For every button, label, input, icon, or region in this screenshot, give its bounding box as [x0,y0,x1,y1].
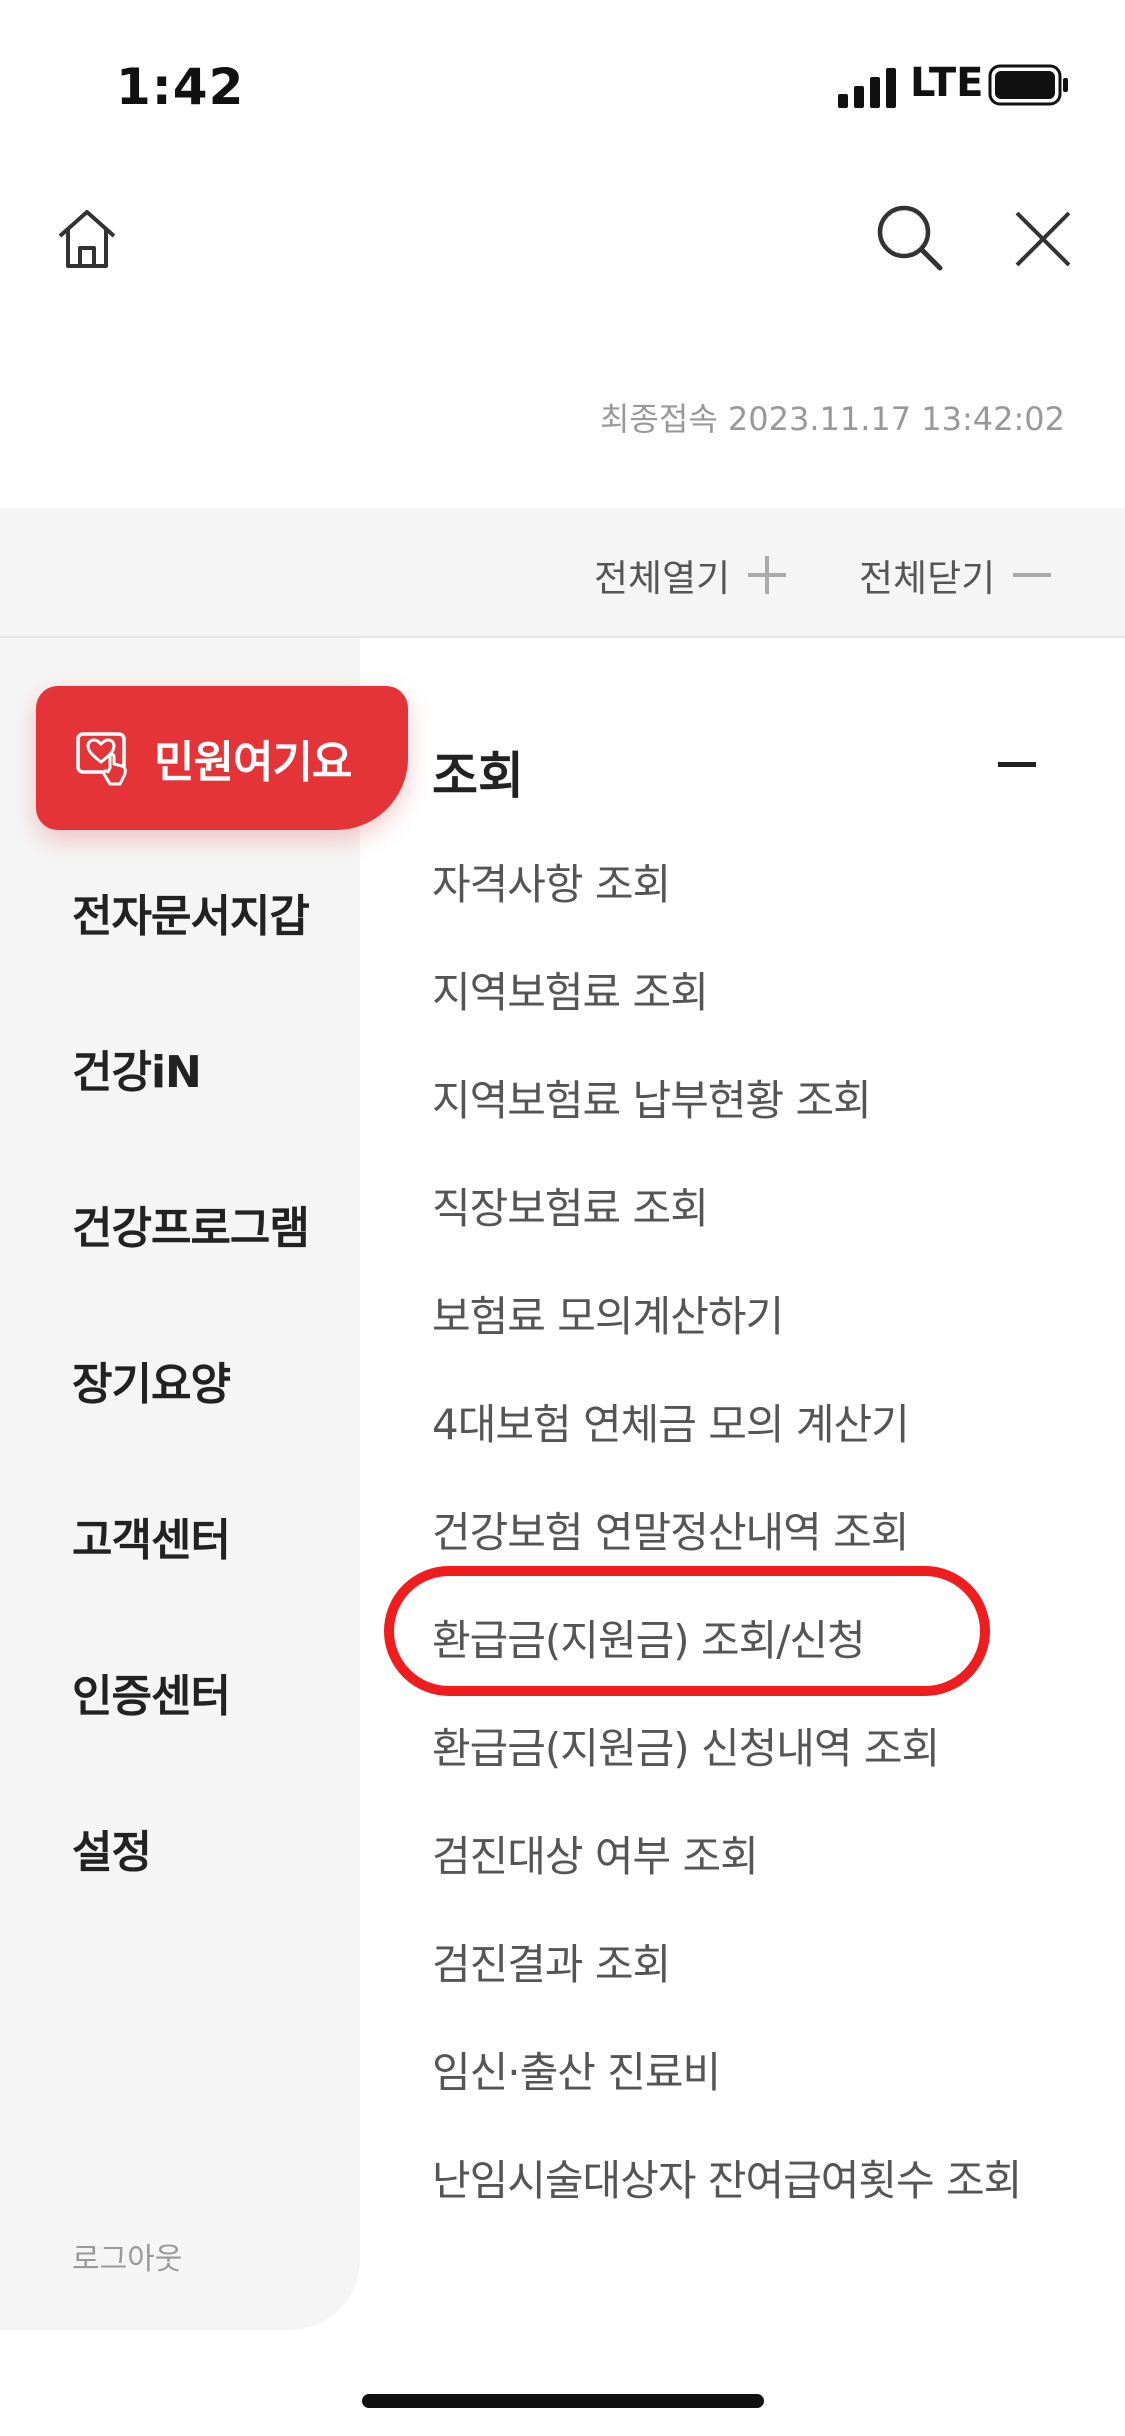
sidebar-item-health-program[interactable]: 건강프로그램 [72,1192,310,1256]
menu-item-premium-simulator[interactable]: 보험료 모의계산하기 [432,1284,1052,1350]
menu-item-refund-apply[interactable]: 환급금(지원금) 조회/신청 [432,1608,1052,1674]
sidebar-item-certification-center[interactable]: 인증센터 [72,1660,231,1724]
network-label: LTE [910,60,984,106]
menu-item-qualification[interactable]: 자격사항 조회 [432,852,1052,918]
signal-icon [838,68,896,108]
home-icon [58,210,116,268]
close-icon [1015,211,1071,267]
menu-item-year-end-settlement[interactable]: 건강보험 연말정산내역 조회 [432,1500,1052,1566]
search-button[interactable] [864,192,956,284]
expand-all-label: 전체열기 [594,557,731,600]
menu-item-pregnancy-cost[interactable]: 임신·출산 진료비 [432,2040,1052,2106]
menu-item-regional-payment-status[interactable]: 지역보험료 납부현황 조회 [432,1068,1052,1134]
collapse-all-button[interactable]: 전체닫기 [859,548,1052,602]
sidebar-item-e-document-wallet[interactable]: 전자문서지갑 [72,880,310,944]
status-time: 1:42 [116,58,245,116]
sidebar-item-long-term-care[interactable]: 장기요양 [72,1348,231,1412]
sidebar-item-label: 민원여기요 [154,737,352,788]
section-title: 조회 [432,747,524,805]
sidebar-item-customer-center[interactable]: 고객센터 [72,1504,231,1568]
close-button[interactable] [1000,196,1086,282]
minus-icon [998,762,1036,767]
home-button[interactable] [44,196,130,282]
menu-item-overdue-calculator[interactable]: 4대보험 연체금 모의 계산기 [432,1392,1052,1458]
sidebar-item-complaint[interactable]: 민원여기요 [36,686,408,830]
menu-item-regional-premium[interactable]: 지역보험료 조회 [432,960,1052,1026]
sidebar-item-health-in[interactable]: 건강iN [72,1036,202,1100]
minus-icon [1013,556,1052,594]
menu-item-checkup-eligibility[interactable]: 검진대상 여부 조회 [432,1824,1052,1890]
last-access-time: 최종접속 2023.11.17 13:42:02 [599,400,1065,438]
logout-link[interactable]: 로그아웃 [72,2234,182,2278]
expand-all-button[interactable]: 전체열기 [594,548,787,602]
search-icon [877,205,943,271]
plus-icon [748,556,787,594]
sidebar-item-settings[interactable]: 설정 [72,1816,152,1880]
collapse-all-label: 전체닫기 [859,557,996,600]
menu-item-infertility-benefit[interactable]: 난임시술대상자 잔여급여횟수 조회 [432,2148,1052,2214]
menu-item-refund-history[interactable]: 환급금(지원금) 신청내역 조회 [432,1716,1052,1782]
home-indicator [362,2394,764,2408]
battery-icon [988,64,1068,106]
menu-item-workplace-premium[interactable]: 직장보험료 조회 [432,1176,1052,1242]
menu-item-checkup-result[interactable]: 검진결과 조회 [432,1932,1052,1998]
section-collapse-button[interactable] [990,740,1046,790]
menu-toolbar: 전체열기 전체닫기 [0,508,1125,638]
complaint-heart-icon [76,732,127,786]
